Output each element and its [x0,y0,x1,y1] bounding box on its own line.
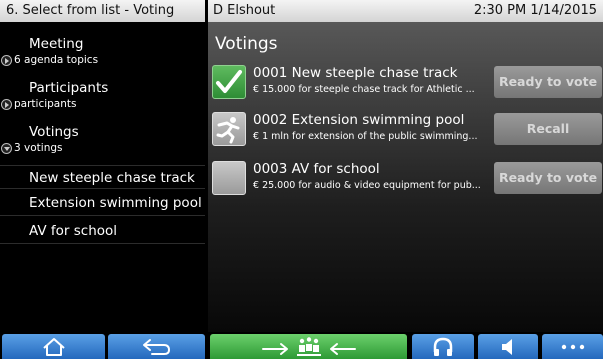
speaker-button[interactable] [478,334,538,359]
sidebar-item-sublabel: 6 agenda topics [14,54,99,66]
sidebar-voting-item[interactable]: Extension swimming pool [29,195,202,211]
home-button[interactable] [2,334,105,359]
back-icon [142,338,170,355]
sidebar-divider [0,165,205,166]
voting-title: 0003 AV for school [253,161,380,177]
interpretation-icon [261,336,356,356]
sidebar-item-participants[interactable]: Participants participants [0,66,205,110]
sidebar-item-meeting[interactable]: Meeting 6 agenda topics [0,22,205,66]
voting-description: € 25.000 for audio & video equipment for… [253,180,481,191]
voting-row[interactable]: 0003 AV for school € 25.000 for audio & … [208,158,603,198]
ready-to-vote-button[interactable]: Ready to vote [494,66,602,98]
sidebar-divider [0,188,205,189]
sidebar-voting-item[interactable]: AV for school [29,223,117,239]
user-name: D Elshout [213,3,276,18]
speaker-icon [502,338,512,355]
voting-row[interactable]: 0001 New steeple chase track € 15.000 fo… [208,62,603,102]
bottom-toolbar [0,332,603,359]
sidebar-divider [0,243,205,244]
title-bar: 6. Select from list - Voting D Elshout 2… [0,0,603,22]
sidebar-item-sublabel: 3 votings [14,142,63,154]
recall-button[interactable]: Recall [494,113,602,145]
sidebar-item-label: Meeting [29,36,84,52]
voting-title: 0001 New steeple chase track [253,65,458,81]
page-title: Votings [215,34,278,54]
voting-description: € 1 mln for extension of the public swim… [253,131,478,142]
sidebar-item-label: Participants [29,80,109,96]
sidebar-item-votings[interactable]: Votings 3 votings [0,110,205,154]
voting-row[interactable]: 0002 Extension swimming pool € 1 mln for… [208,109,603,149]
clock: 2:30 PM 1/14/2015 [473,3,597,18]
empty-icon [212,161,246,195]
headphones-icon [433,337,453,356]
checkmark-icon [212,65,246,99]
expand-arrow-icon [1,55,12,66]
expand-arrow-icon [1,99,12,110]
sidebar-voting-item[interactable]: New steeple chase track [29,170,195,186]
running-person-icon [212,112,246,146]
screen-title: 6. Select from list - Voting [6,3,175,18]
headphones-button[interactable] [412,334,474,359]
header-divider [205,0,208,22]
more-button[interactable] [542,334,603,359]
sidebar-item-sublabel: participants [14,98,77,110]
sidebar: Meeting 6 agenda topics Participants par… [0,22,205,332]
ready-to-vote-button[interactable]: Ready to vote [494,162,602,194]
collapse-arrow-icon [1,143,12,154]
more-icon [561,344,584,349]
back-button[interactable] [108,334,205,359]
home-icon [42,337,65,356]
interpretation-button[interactable] [210,334,407,359]
voting-description: € 15.000 for steeple chase track for Ath… [253,84,475,95]
voting-title: 0002 Extension swimming pool [253,112,465,128]
sidebar-item-label: Votings [29,124,79,140]
main-panel: Votings 0001 New steeple chase track € 1… [208,22,603,332]
sidebar-divider [0,215,205,216]
